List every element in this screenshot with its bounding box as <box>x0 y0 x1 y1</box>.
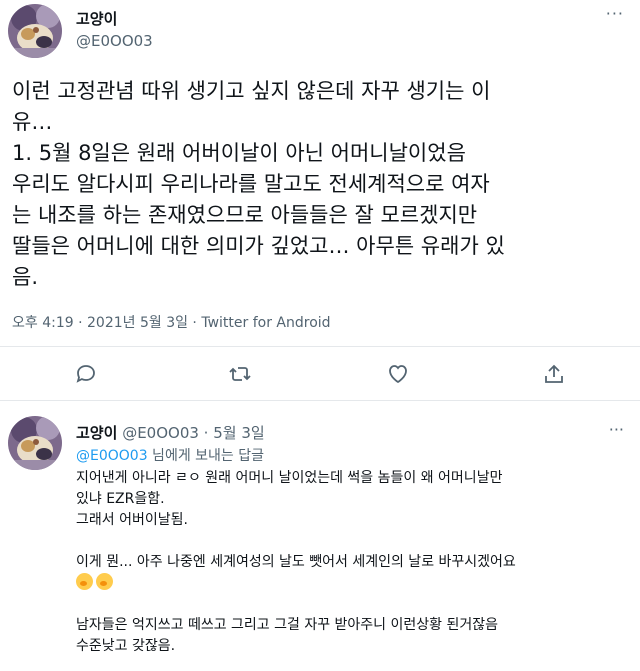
emoji-line <box>76 573 626 594</box>
reply-line: 수준낮고 갖잖음. <box>76 638 176 654</box>
hand-over-mouth-emoji-icon <box>76 573 93 590</box>
avatar[interactable] <box>8 416 62 470</box>
author-name[interactable]: 고양이 <box>76 8 117 29</box>
author-handle-date[interactable]: @E0OO03 · 5월 3일 <box>122 424 264 442</box>
tweet-line: 1. 5월 8일은 원래 어버이날이 아닌 어머니날이었음 <box>12 141 466 165</box>
avatar[interactable] <box>8 4 62 58</box>
reply-line: 그래서 어버이날됨. <box>76 512 188 528</box>
reply-icon[interactable] <box>74 362 102 390</box>
tweet-line: 유… <box>12 110 53 134</box>
reply-tweet[interactable]: 고양이 @E0OO03 · 5월 3일 ··· @E0OO03 님에게 보내는 … <box>0 402 640 671</box>
tweet-line: 는 내조를 하는 존재였으므로 아들들은 잘 모르겠지만 <box>12 203 478 227</box>
reply-header: 고양이 @E0OO03 · 5월 3일 <box>76 422 265 443</box>
reply-line: 남자들은 억지쓰고 떼쓰고 그리고 그걸 자꾸 받아주니 이런상황 된거잖음 <box>76 617 498 633</box>
reply-line: 있냐 EZR을함. <box>76 491 165 507</box>
author-name[interactable]: 고양이 <box>76 424 117 442</box>
tweet-line: 우리도 알다시피 우리나라를 말고도 전세계적으로 여자 <box>12 172 490 196</box>
reply-line: 지어낸게 아니라 ㄹㅇ 원래 어머니 날이었는데 썩을 놈들이 왜 어머니날만 <box>76 470 503 486</box>
author-handle[interactable]: @E0OO03 <box>76 32 153 50</box>
more-options-icon[interactable]: ··· <box>609 420 624 439</box>
more-options-icon[interactable]: ··· <box>606 4 624 23</box>
hand-over-mouth-emoji-icon <box>96 573 113 590</box>
replying-to-text: 님에게 보내는 답글 <box>147 448 264 464</box>
retweet-icon[interactable] <box>228 362 256 390</box>
like-icon[interactable] <box>386 362 414 390</box>
action-bar <box>0 362 640 392</box>
divider <box>0 346 640 347</box>
main-tweet: 고양이 @E0OO03 ··· 이런 고정관념 따위 생기고 싶지 않은데 자꾸… <box>0 0 640 401</box>
tweet-line: 음. <box>12 265 38 289</box>
tweet-line: 이런 고정관념 따위 생기고 싶지 않은데 자꾸 생기는 이 <box>12 79 491 103</box>
share-icon[interactable] <box>542 362 570 390</box>
replying-to: @E0OO03 님에게 보내는 답글 <box>76 445 264 465</box>
reply-line: 이게 뭔... 아주 나중엔 세계여성의 날도 뺏어서 세계인의 날로 바꾸시겠… <box>76 554 516 570</box>
replying-to-link[interactable]: @E0OO03 <box>76 448 148 464</box>
tweet-line: 딸들은 어머니에 대한 의미가 깊었고… 아무튼 유래가 있 <box>12 234 505 258</box>
tweet-timestamp[interactable]: 오후 4:19 · 2021년 5월 3일 · Twitter for Andr… <box>12 312 331 332</box>
divider <box>0 400 640 401</box>
tweet-text: 이런 고정관념 따위 생기고 싶지 않은데 자꾸 생기는 이 유… 1. 5월 … <box>12 76 634 293</box>
reply-text: 지어낸게 아니라 ㄹㅇ 원래 어머니 날이었는데 썩을 놈들이 왜 어머니날만 … <box>76 468 626 657</box>
